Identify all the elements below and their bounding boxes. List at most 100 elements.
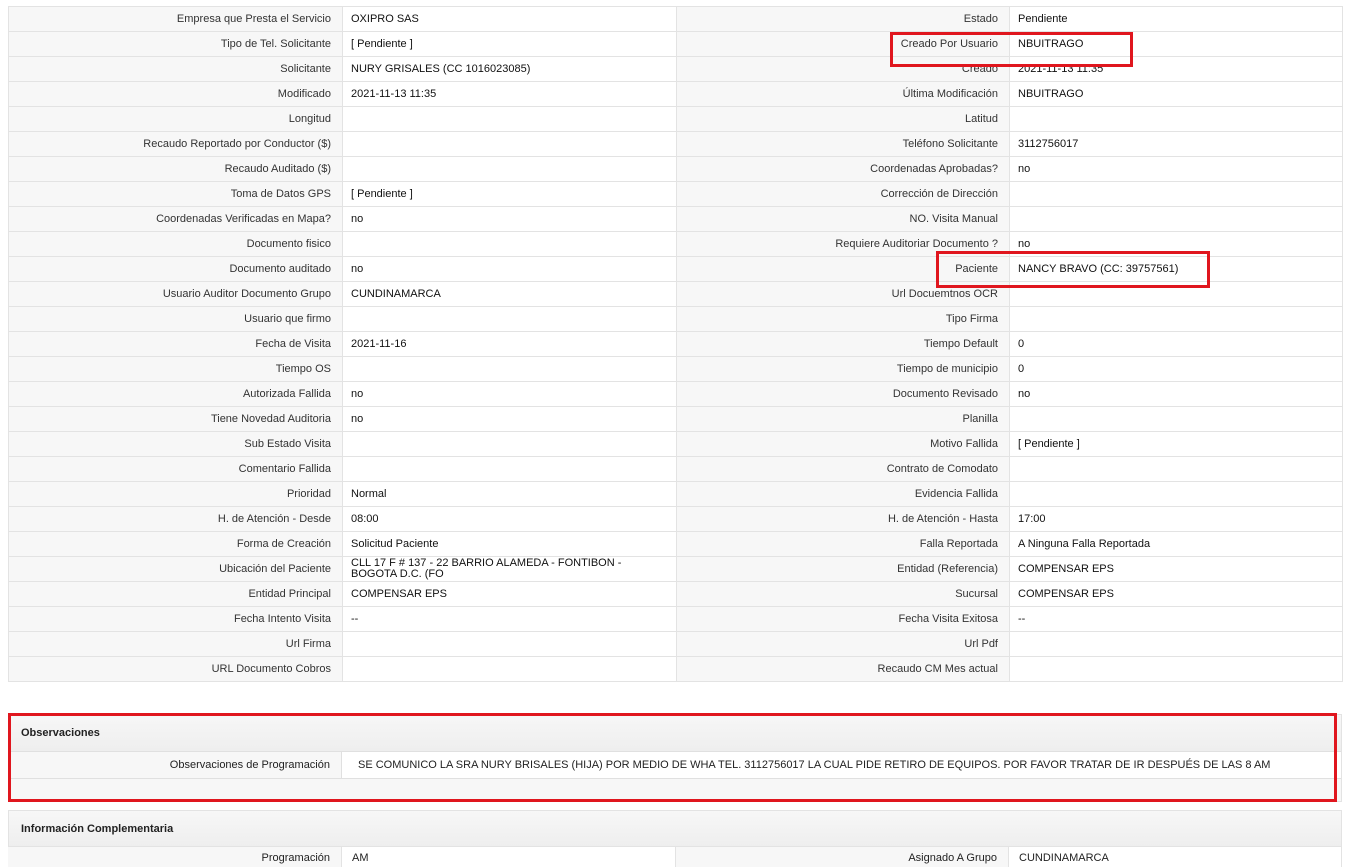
tiempo-de-municipio-value: 0 [1009, 356, 1343, 382]
url-documento-cobros-label: URL Documento Cobros [8, 656, 343, 682]
estado-value: Pendiente [1009, 6, 1343, 32]
table-row: H. de Atención - Desde 08:00 H. de Atenció… [8, 506, 1343, 532]
tipo-de-tel-solicitante-label: Tipo de Tel. Solicitante [8, 31, 343, 57]
fecha-visita-exitosa-label: Fecha Visita Exitosa [676, 606, 1010, 632]
empresa-que-presta-el-servicio-label: Empresa que Presta el Servicio [8, 6, 343, 32]
falla-reportada-label: Falla Reportada [676, 531, 1010, 557]
details-table: Empresa que Presta el Servicio OXIPRO SAS… [8, 6, 1343, 682]
forma-de-creacion-label: Forma de Creación [8, 531, 343, 557]
table-row: Coordenadas Verificadas en Mapa? no NO. Vi… [8, 206, 1343, 232]
table-row: Sub Estado Visita Motivo Fallida[ Pendien… [8, 431, 1343, 457]
longitud-label: Longitud [8, 106, 343, 132]
paciente-value: NANCY BRAVO (CC: 39757561) [1009, 256, 1343, 282]
recaudo-cm-mes-actual-label: Recaudo CM Mes actual [676, 656, 1010, 682]
longitud-value [342, 106, 677, 132]
url-docuemtnos-ocr-value [1009, 281, 1343, 307]
asignado-grupo-label: Asignado A Grupo [676, 847, 1009, 867]
observaciones-value: SE COMUNICO LA SRA NURY BRISALES (HIJA) … [342, 752, 1341, 778]
evidencia-fallida-label: Evidencia Fallida [676, 481, 1010, 507]
sucursal-label: Sucursal [676, 581, 1010, 607]
table-row: Usuario que firmo Tipo Firma [8, 306, 1343, 332]
table-row: Usuario Auditor Documento Grupo CUNDINAMA… [8, 281, 1343, 307]
table-row: Forma de Creación Solicitud Paciente Falla… [8, 531, 1343, 557]
table-row: Tiene Novedad Auditoria no Planilla [8, 406, 1343, 432]
toma-de-datos-gps-label: Toma de Datos GPS [8, 181, 343, 207]
table-row: Fecha de Visita 2021-11-16 Tiempo Default 0 [8, 331, 1343, 357]
table-row: Documento auditado no Paciente NANCY BRAVO … [8, 256, 1343, 282]
creado-value: 2021-11-13 11:35 [1009, 56, 1343, 82]
recaudo-auditado-value [342, 156, 677, 182]
usuario-que-firmo-label: Usuario que firmo [8, 306, 343, 332]
table-row: Modificado 2021-11-13 11:35 Última Modific… [8, 81, 1343, 107]
table-row: Autorizada Fallida no Documento Revisado no [8, 381, 1343, 407]
no-visita-manual-value [1009, 206, 1343, 232]
sub-estado-visita-value [342, 431, 677, 457]
ultima-modificacion-label: Última Modificación [676, 81, 1010, 107]
recaudo-reportado-por-conductor-value [342, 131, 677, 157]
entidad-referencia-label: Entidad (Referencia) [676, 556, 1010, 582]
asignado-grupo-value: CUNDINAMARCA [1009, 847, 1342, 867]
correccion-de-direccion-label: Corrección de Dirección [676, 181, 1010, 207]
sucursal-value: COMPENSAR EPS [1009, 581, 1343, 607]
prioridad-value: Normal [342, 481, 677, 507]
coordenadas-verificadas-en-mapa-value: no [342, 206, 677, 232]
table-row: Documento fisico Requiere Auditoriar Docu… [8, 231, 1343, 257]
complementaria-partial-row: Programación AM Asignado A Grupo CUNDINA… [8, 846, 1342, 867]
observaciones-title: Observaciones [9, 715, 1341, 751]
falla-reportada-value: A Ninguna Falla Reportada [1009, 531, 1343, 557]
contrato-de-comodato-label: Contrato de Comodato [676, 456, 1010, 482]
table-row: Toma de Datos GPS[ Pendiente ] Corrección… [8, 181, 1343, 207]
h-de-atencion-desde-label: H. de Atención - Desde [8, 506, 343, 532]
observaciones-label: Observaciones de Programación [9, 752, 342, 778]
evidencia-fallida-value [1009, 481, 1343, 507]
tiempo-de-municipio-label: Tiempo de municipio [676, 356, 1010, 382]
entidad-principal-value: COMPENSAR EPS [342, 581, 677, 607]
recaudo-reportado-por-conductor-label: Recaudo Reportado por Conductor ($) [8, 131, 343, 157]
h-de-atencion-hasta-label: H. de Atención - Hasta [676, 506, 1010, 532]
modificado-label: Modificado [8, 81, 343, 107]
usuario-que-firmo-value [342, 306, 677, 332]
latitud-value [1009, 106, 1343, 132]
tiempo-default-label: Tiempo Default [676, 331, 1010, 357]
empresa-que-presta-el-servicio-value: OXIPRO SAS [342, 6, 677, 32]
fecha-intento-visita-value: -- [342, 606, 677, 632]
creado-label: Creado [676, 56, 1010, 82]
table-row: Prioridad Normal Evidencia Fallida [8, 481, 1343, 507]
documento-revisado-value: no [1009, 381, 1343, 407]
programacion-label: Programación [8, 847, 342, 867]
ultima-modificacion-value: NBUITRAGO [1009, 81, 1343, 107]
autorizada-fallida-label: Autorizada Fallida [8, 381, 343, 407]
prioridad-label: Prioridad [8, 481, 343, 507]
usuario-auditor-documento-grupo-label: Usuario Auditor Documento Grupo [8, 281, 343, 307]
tiempo-default-value: 0 [1009, 331, 1343, 357]
contrato-de-comodato-value [1009, 456, 1343, 482]
observaciones-section: Observaciones Observaciones de Programac… [8, 714, 1342, 802]
paciente-label: Paciente [676, 256, 1010, 282]
tiene-novedad-auditoria-label: Tiene Novedad Auditoria [8, 406, 343, 432]
coordenadas-verificadas-en-mapa-label: Coordenadas Verificadas en Mapa? [8, 206, 343, 232]
table-row: Url Firma Url Pdf [8, 631, 1343, 657]
tipo-de-tel-solicitante-value: [ Pendiente ] [342, 31, 677, 57]
documento-fisico-value [342, 231, 677, 257]
url-pdf-value [1009, 631, 1343, 657]
requiere-auditoriar-documento-label: Requiere Auditoriar Documento ? [676, 231, 1010, 257]
table-row: URL Documento Cobros Recaudo CM Mes actua… [8, 656, 1343, 682]
requiere-auditoriar-documento-value: no [1009, 231, 1343, 257]
autorizada-fallida-value: no [342, 381, 677, 407]
table-row: Solicitante NURY GRISALES (CC 1016023085)… [8, 56, 1343, 82]
entidad-referencia-value: COMPENSAR EPS [1009, 556, 1343, 582]
no-visita-manual-label: NO. Visita Manual [676, 206, 1010, 232]
url-docuemtnos-ocr-label: Url Docuemtnos OCR [676, 281, 1010, 307]
solicitante-value: NURY GRISALES (CC 1016023085) [342, 56, 677, 82]
coordenadas-aprobadas-label: Coordenadas Aprobadas? [676, 156, 1010, 182]
table-row: Longitud Latitud [8, 106, 1343, 132]
creado-por-usuario-value: NBUITRAGO [1009, 31, 1343, 57]
fecha-de-visita-label: Fecha de Visita [8, 331, 343, 357]
entidad-principal-label: Entidad Principal [8, 581, 343, 607]
planilla-value [1009, 406, 1343, 432]
documento-auditado-value: no [342, 256, 677, 282]
h-de-atencion-desde-value: 08:00 [342, 506, 677, 532]
tiene-novedad-auditoria-value: no [342, 406, 677, 432]
modificado-value: 2021-11-13 11:35 [342, 81, 677, 107]
comentario-fallida-label: Comentario Fallida [8, 456, 343, 482]
